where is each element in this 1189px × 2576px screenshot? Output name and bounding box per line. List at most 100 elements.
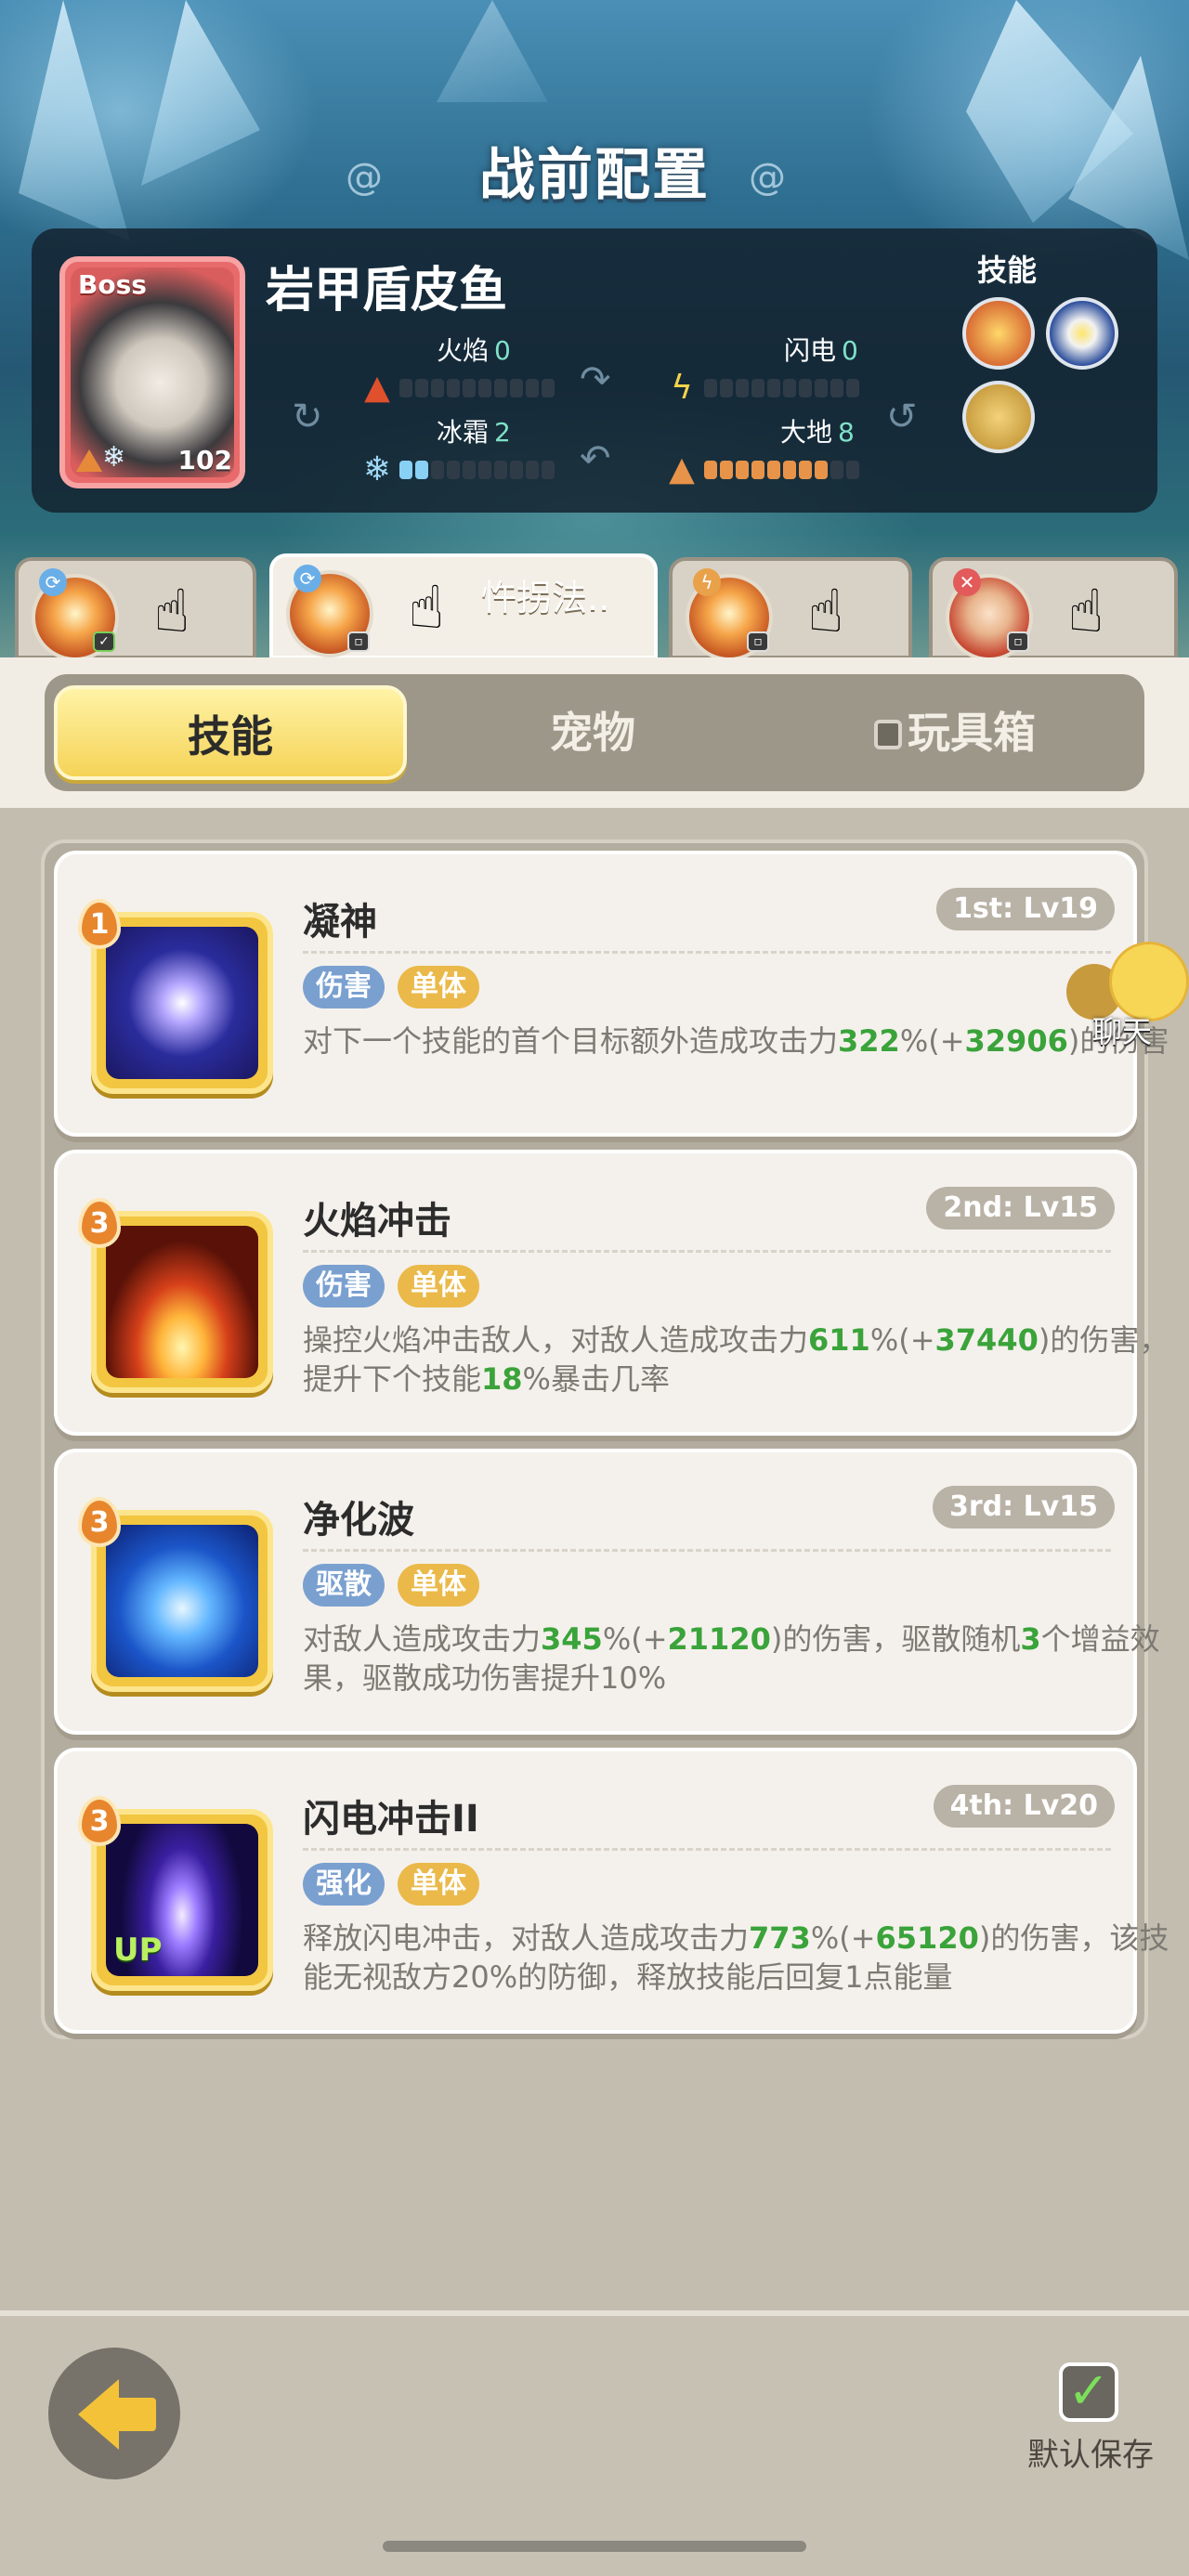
element-label: 冰霜: [437, 417, 490, 448]
hand-pointer-icon: ☝: [1067, 578, 1104, 646]
skill-card[interactable]: 3 火焰冲击 2nd: Lv15 伤害 单体 操控火焰冲击敌人，对敌人造成攻击力…: [54, 1150, 1169, 1436]
element-bar-segment: [494, 379, 507, 397]
element-bar-segment: [431, 461, 444, 479]
element-bar-segment: [720, 461, 733, 479]
skill-value-highlight: 345: [541, 1621, 603, 1657]
skill-name: 火焰冲击: [303, 1200, 451, 1242]
earth-icon: ▲: [669, 450, 695, 488]
skill-description-text: 释放闪电冲击，对敌人造成攻击力: [303, 1920, 750, 1956]
element-bar-segment: [494, 461, 507, 479]
boss-level: 102: [177, 445, 232, 475]
element-bar-segment: [463, 379, 476, 397]
skill-description-text: %暴击几率: [522, 1361, 670, 1397]
skill-description: 操控火焰冲击敌人，对敌人造成攻击力611%(+37440)的伤害，提升下个技能1…: [303, 1321, 1180, 1399]
element-bar-segment: [447, 461, 460, 479]
skill-value-highlight: 322: [838, 1023, 900, 1059]
snowflake-icon: ❄: [102, 441, 126, 474]
character-tab-4[interactable]: ✕ ▫ ☝: [929, 557, 1178, 661]
skill-type-icon: ⟳: [39, 568, 67, 596]
element-bar: [399, 461, 555, 479]
skill-value-highlight: 3: [1020, 1621, 1041, 1657]
element-bar-segment: [830, 461, 843, 479]
skill-description: 对敌人造成攻击力345%(+21120)的伤害，驱散随机3个增益效果，驱散成功伤…: [303, 1620, 1180, 1698]
element-bar-segment: [767, 461, 780, 479]
character-tab-1[interactable]: ⟳ ✓ ☝: [15, 557, 256, 661]
fire-icon: ▲: [364, 369, 390, 407]
skill-type-icon: ϟ: [693, 568, 721, 596]
element-label: 火焰: [437, 335, 490, 366]
back-button[interactable]: [48, 2348, 180, 2479]
element-bar-segment: [815, 461, 828, 479]
element-bar-segment: [399, 461, 412, 479]
character-name: 忤拐法..: [481, 578, 610, 618]
element-bar-segment: [478, 379, 491, 397]
skill-level-badge: 3rd: Lv15: [932, 1486, 1115, 1529]
element-bar-segment: [510, 379, 523, 397]
skill-description-text: 操控火焰冲击敌人，对敌人造成攻击力: [303, 1322, 809, 1358]
element-fire: 火焰 0 ▲: [359, 331, 637, 414]
tab-toybox[interactable]: 玩具箱: [778, 685, 1131, 780]
element-bar-segment: [736, 461, 749, 479]
skill-name: 净化波: [303, 1499, 414, 1542]
element-value: 8: [838, 417, 855, 448]
chat-label: 聊天: [1092, 1014, 1153, 1049]
flame-burst-icon: [106, 1226, 258, 1378]
boss-skill-bird-icon[interactable]: [1046, 297, 1118, 370]
skill-icon-frame: [91, 1211, 273, 1393]
element-bar-segment: [542, 461, 555, 479]
chat-button[interactable]: 聊天: [1066, 942, 1189, 1049]
skill-value-highlight: 18: [481, 1361, 523, 1397]
element-frost: 冰霜 2 ❄: [359, 412, 637, 496]
skill-card[interactable]: 3 净化波 3rd: Lv15 驱散 单体 对敌人造成攻击力345%(+2112…: [54, 1449, 1160, 1735]
element-bar: [704, 379, 859, 397]
skill-name: 凝神: [303, 901, 377, 943]
element-bar-segment: [799, 379, 812, 397]
boss-skill-fire-icon[interactable]: [962, 297, 1035, 370]
boss-info-panel: Boss ❄ 102 岩甲盾皮鱼 ↻ ↷ ↶ ↺ 火焰 0 ▲ 闪电 0 ϟ 冰霜 2: [32, 228, 1157, 513]
skill-description-text: 对敌人造成攻击力: [303, 1621, 542, 1657]
boss-portrait-card[interactable]: Boss ❄ 102: [59, 256, 245, 488]
boss-skill-lion-icon[interactable]: [962, 381, 1035, 453]
skill-description-text: %(+: [602, 1621, 668, 1657]
skill-tag: 驱散: [303, 1564, 385, 1607]
skill-description-text: )的伤害，驱散随机: [770, 1621, 1021, 1657]
element-bar-segment: [846, 379, 859, 397]
skill-card[interactable]: UP 3 闪电冲击II 4th: Lv20 强化 单体 释放闪电冲击，对敌人造成…: [54, 1748, 1169, 2034]
water-swirl-icon: [106, 1525, 258, 1677]
element-value: 0: [494, 335, 511, 366]
skill-name: 闪电冲击II: [303, 1798, 479, 1841]
character-tab-3[interactable]: ϟ ▫ ☝: [669, 557, 912, 661]
skill-icon-frame: [91, 1510, 273, 1692]
hand-pointer-icon: ☝: [408, 574, 445, 643]
lock-icon: [874, 720, 902, 749]
snowflake-icon: ❄: [362, 450, 392, 488]
element-bar-segment: [526, 461, 539, 479]
skill-value-highlight: 21120: [667, 1621, 771, 1657]
element-bar-segment: [751, 379, 764, 397]
skill-icon-frame: UP: [91, 1809, 273, 1991]
element-bar-segment: [783, 461, 796, 479]
boss-badge: Boss: [78, 269, 147, 300]
default-save-label[interactable]: 默认保存: [1027, 2429, 1154, 2475]
hand-pointer-icon: ☝: [153, 578, 190, 646]
hand-pointer-icon: ☝: [807, 578, 844, 646]
skill-level-badge: 2nd: Lv15: [926, 1187, 1115, 1229]
element-bar-segment: [783, 379, 796, 397]
element-bar-segment: [415, 379, 428, 397]
element-bar-segment: [542, 379, 555, 397]
divider: [303, 1549, 1111, 1552]
default-save-checkbox[interactable]: ✓: [1059, 2362, 1118, 2422]
element-bar: [704, 461, 859, 479]
tab-pets[interactable]: 宠物: [416, 685, 769, 780]
tab-skills[interactable]: 技能: [54, 685, 407, 780]
skill-tag: 单体: [398, 966, 479, 1008]
skill-value-highlight: 773: [749, 1920, 811, 1956]
skill-level-badge: 4th: Lv20: [933, 1785, 1115, 1828]
character-tab-2-active[interactable]: ⟳ ▫ ☝ 忤拐法..: [269, 553, 658, 659]
skill-card[interactable]: 1 凝神 1st: Lv19 伤害 单体 对下一个技能的首个目标额外造成攻击力3…: [54, 851, 1169, 1137]
home-indicator[interactable]: [383, 2541, 806, 2552]
element-label: 大地: [780, 417, 833, 448]
element-label: 闪电: [784, 335, 837, 366]
element-bar-segment: [751, 461, 764, 479]
element-bar-segment: [463, 461, 476, 479]
